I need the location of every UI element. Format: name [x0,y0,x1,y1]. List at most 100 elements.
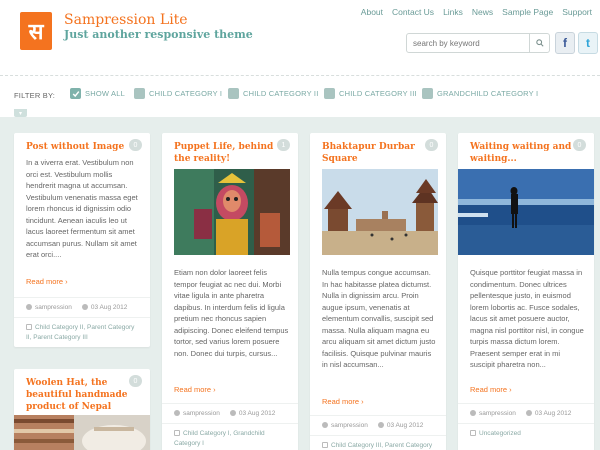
user-icon [26,304,32,310]
folder-icon [26,324,32,330]
filter-item-label: GRANDCHILD CATEGORY I [437,89,539,98]
nav-support-link[interactable]: Support [562,7,592,17]
nav-news-link[interactable]: News [472,7,493,17]
comment-count-badge[interactable]: 0 [425,139,438,151]
read-more-link[interactable]: Read more › [470,385,512,394]
facebook-icon[interactable]: f [555,32,575,54]
clock-icon [81,304,88,310]
filter-child-category-3[interactable]: CHILD CATEGORY III [324,88,417,99]
read-more-link[interactable]: Read more › [322,397,364,406]
site-header: स Sampression Lite Just another responsi… [0,0,600,75]
filter-child-category-2[interactable]: CHILD CATEGORY II [228,88,319,99]
category-links[interactable]: Child Category III, Parent Category III [322,442,432,450]
site-logo[interactable]: स [20,12,52,50]
nav-contact-link[interactable]: Contact Us [392,7,434,17]
search-icon [535,39,544,47]
read-more-link[interactable]: Read more › [26,277,68,286]
date-text: 03 Aug 2012 [386,422,424,429]
post-categories: Child Category I, Grandchild Category I [162,423,298,449]
twitter-icon[interactable]: t [578,32,598,54]
nav-links-link[interactable]: Links [443,7,463,17]
checkbox-icon[interactable] [228,88,239,99]
post-categories: Child Category III, Parent Category III [310,435,446,450]
folder-icon [174,430,180,436]
user-icon [174,410,180,416]
post-excerpt: In a viverra erat. Vestibulum non orci e… [26,158,138,259]
nav-sample-page-link[interactable]: Sample Page [502,7,553,17]
post-thumbnail[interactable] [14,415,150,450]
checkbox-icon[interactable] [324,88,335,99]
post-card: Post without Image 0 In a viverra erat. … [14,133,150,347]
post-thumbnail[interactable] [322,169,438,255]
post-date: 03 Aug 2012 [229,410,275,423]
filter-label: FILTER BY: [14,91,56,100]
filter-grandchild-category-1[interactable]: GRANDCHILD CATEGORY I [422,88,538,99]
post-date: 03 Aug 2012 [81,304,128,317]
comment-count-badge[interactable]: 1 [277,139,290,151]
post-title[interactable]: Post without Image [26,141,138,153]
post-thumbnail[interactable] [174,169,290,255]
site-description: Just another responsive theme [64,28,253,41]
post-card: Puppet Life, behind the reality! 1 Etiam… [162,133,298,450]
post-title[interactable]: Puppet Life, behind the reality! [174,141,286,165]
author-name[interactable]: sampression [35,304,72,311]
checkbox-icon[interactable] [422,88,433,99]
filter-show-all[interactable]: SHOW ALL [70,88,125,99]
post-title[interactable]: Waiting waiting and waiting... [470,141,582,165]
comment-count-badge[interactable]: 0 [129,375,142,387]
category-links[interactable]: Child Category I, Grandchild Category I [174,430,265,447]
folder-icon [470,430,476,436]
post-title[interactable]: Woolen Hat, the beautiful handmade produ… [26,377,132,413]
author-name[interactable]: sampression [479,410,516,417]
category-links[interactable]: Uncategorized [479,430,521,437]
filter-toggle-tab[interactable]: ▾ [14,109,27,117]
beach-image [458,169,594,255]
post-meta: sampression 03 Aug 2012 [14,297,150,317]
post-categories: Child Category II, Parent Category II, P… [14,317,150,343]
post-author[interactable]: sampression [322,422,368,435]
post-meta: sampression 03 Aug 2012 [162,403,298,423]
post-author[interactable]: sampression [470,410,516,423]
date-text: 03 Aug 2012 [534,410,572,417]
checkbox-icon[interactable] [134,88,145,99]
site-title[interactable]: Sampression Lite [64,12,188,28]
filter-child-category-1[interactable]: CHILD CATEGORY I [134,88,222,99]
top-navigation: About Contact Us Links News Sample Page … [361,7,592,17]
folder-icon [322,442,328,448]
filter-item-label: CHILD CATEGORY I [149,89,223,98]
read-more-link[interactable]: Read more › [174,385,216,394]
clock-icon [525,410,532,416]
post-card: Bhaktapur Durbar Square 0 Nulla tempus c… [310,133,446,450]
header-divider [0,75,600,76]
search-input[interactable] [407,34,527,52]
post-excerpt: Nulla tempus congue accumsan. In hac hab… [322,268,436,369]
post-author[interactable]: sampression [174,410,220,423]
post-date: 03 Aug 2012 [377,422,424,435]
post-date: 03 Aug 2012 [525,410,572,423]
author-name[interactable]: sampression [183,410,220,417]
post-author[interactable]: sampression [26,304,72,317]
post-title[interactable]: Bhaktapur Durbar Square [322,141,434,165]
search-button[interactable] [529,34,549,52]
filter-item-label: SHOW ALL [85,89,125,98]
comment-count-badge[interactable]: 0 [573,139,586,151]
filter-item-label: CHILD CATEGORY II [243,89,319,98]
date-text: 03 Aug 2012 [90,304,128,311]
post-excerpt: Etiam non dolor laoreet felis tempor feu… [174,268,289,358]
post-categories: Uncategorized [458,423,594,439]
search-box [406,33,550,53]
posts-grid: Post without Image 0 In a viverra erat. … [0,117,600,450]
clock-icon [229,410,236,416]
category-links[interactable]: Child Category II, Parent Category II, P… [26,324,134,341]
comment-count-badge[interactable]: 0 [129,139,142,151]
puppet-image [174,169,290,255]
nav-about-link[interactable]: About [361,7,383,17]
author-name[interactable]: sampression [331,422,368,429]
user-icon [470,410,476,416]
checkbox-checked-icon[interactable] [70,88,81,99]
post-card: Waiting waiting and waiting... 0 Quisque… [458,133,594,450]
post-thumbnail[interactable] [458,169,594,255]
filter-bar: FILTER BY: SHOW ALL CHILD CATEGORY I CHI… [0,84,600,108]
post-meta: sampression 03 Aug 2012 [458,403,594,423]
filter-item-label: CHILD CATEGORY III [339,89,417,98]
